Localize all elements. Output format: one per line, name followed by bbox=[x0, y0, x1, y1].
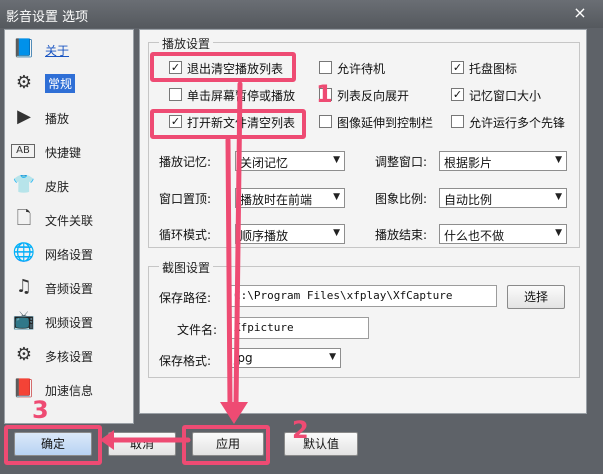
arrow-line-2 bbox=[225, 137, 233, 408]
annotation-arrows bbox=[100, 81, 248, 450]
settings-window: 影音设置 选项 × 📘 关于 ⚙ 常规 ▶ 播放 AB 快捷键 👕 皮肤 🗋 文… bbox=[0, 0, 603, 474]
arrow-head-left bbox=[100, 430, 114, 450]
arrow-line-1 bbox=[233, 81, 243, 408]
arrow-head-down bbox=[220, 402, 248, 424]
